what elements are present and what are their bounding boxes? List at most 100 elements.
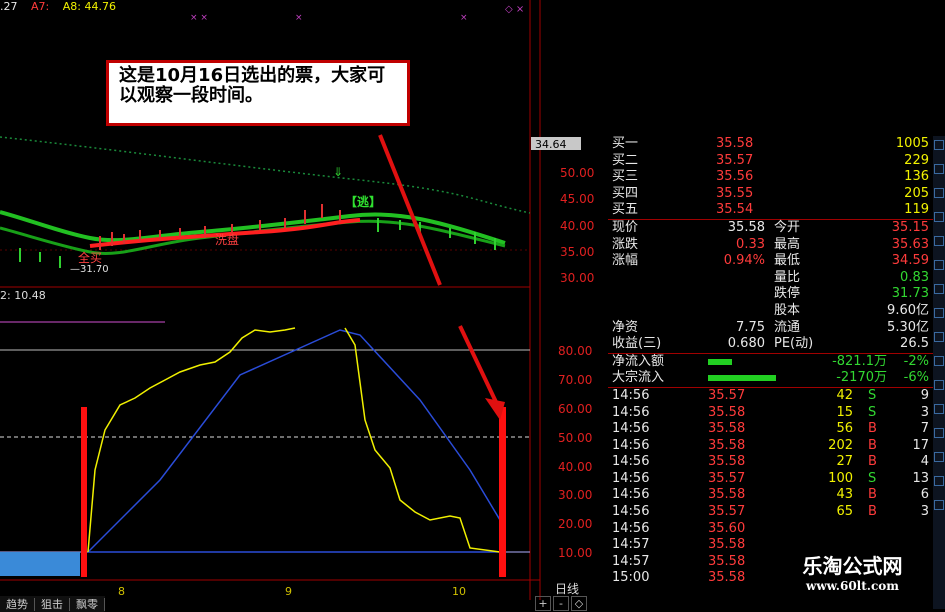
tick-count: 4	[920, 454, 929, 470]
side-toolbar[interactable]	[933, 136, 945, 609]
tick-time: 14:56	[612, 387, 650, 403]
flow-percent: -2%	[903, 353, 929, 369]
bid-row[interactable]: 买一 35.58 1005	[608, 136, 933, 153]
escape-signal: 【逃】	[345, 194, 381, 209]
stat-row[interactable]: 现价 35.58 今开 35.15	[608, 220, 933, 237]
top-markers: × × × × ◇ ×	[190, 4, 524, 23]
stat-row[interactable]: 涨跌 0.33 最高 35.63	[608, 237, 933, 254]
flow-row[interactable]: 大宗流入 -2170万 -6%	[608, 370, 933, 387]
bid-price: 35.54	[716, 202, 754, 218]
watermark-url: www.60lt.com	[806, 579, 899, 593]
stat-row[interactable]: 收益(三) 0.680 PE(动) 26.5	[608, 336, 933, 353]
arrow-shaft-lower	[458, 325, 498, 403]
tick-row[interactable]: 14:56 35.58 27 B 4	[608, 454, 933, 471]
stat-value: 0.680	[727, 336, 765, 352]
bid-volume: 229	[904, 152, 929, 168]
tick-side: B	[868, 454, 877, 470]
toolbar-button-icon	[934, 500, 944, 510]
tick-volume: 56	[836, 421, 853, 437]
stat-value: 35.63	[891, 236, 929, 252]
stat-label: 流通	[774, 319, 801, 335]
bid-row[interactable]: 买五 35.54 119	[608, 202, 933, 219]
stat-row[interactable]: 股本 9.60亿	[608, 303, 933, 320]
stat-value: 0.83	[900, 269, 929, 285]
tick-volume: 65	[836, 504, 853, 520]
quote-panel: 买一 35.58 1005 买二 35.57 229 买三 35.56 136 买四 35.55 20…	[608, 136, 933, 609]
stat-value: 31.73	[891, 286, 929, 302]
bid-label: 买一	[612, 136, 639, 151]
tick-time: 14:57	[612, 553, 650, 569]
tick-price: 35.57	[708, 470, 746, 486]
indicator-tabs: 趋势 狙击 飘零	[0, 596, 105, 612]
period-selector[interactable]: 日线	[555, 580, 579, 597]
tick-row[interactable]: 14:56 35.58 202 B 17	[608, 438, 933, 455]
tick-row[interactable]: 14:56 35.58 43 B 6	[608, 487, 933, 504]
bid-label: 买三	[612, 169, 639, 185]
tick-price: 35.58	[708, 570, 746, 586]
flow-bar	[708, 375, 776, 382]
indicator-axis: 80.00 70.00 60.00 50.00 40.00 30.00 20.0…	[558, 344, 592, 560]
bid-row[interactable]: 买二 35.57 229	[608, 153, 933, 170]
tick-side: B	[868, 421, 877, 437]
tick-side: B	[868, 437, 877, 453]
tick-price: 35.58	[708, 487, 746, 503]
blue-histogram	[0, 552, 80, 576]
flow-row[interactable]: 净流入额 -821.1万 -2%	[608, 354, 933, 371]
wash-signal: 洗盘	[215, 232, 239, 247]
stat-row[interactable]: 量比 0.83	[608, 270, 933, 287]
toolbar-button-icon	[934, 356, 944, 366]
price-axis-label: 30.00	[560, 271, 594, 285]
toolbar-button-icon	[934, 140, 944, 150]
tick-row[interactable]: 14:56 35.58 56 B 7	[608, 421, 933, 438]
low-price-label: —31.70	[70, 264, 109, 275]
bid-label: 买五	[612, 202, 639, 218]
price-axis-label: 35.00	[560, 245, 594, 259]
indicator-axis-label: 70.00	[558, 373, 592, 387]
tick-time: 14:56	[612, 487, 650, 503]
stat-row[interactable]: 净资 7.75 流通 5.30亿	[608, 320, 933, 337]
tab-trend[interactable]: 趋势	[0, 598, 35, 611]
tick-row[interactable]: 14:57 35.58	[608, 537, 933, 554]
flow-value: -821.1万	[832, 353, 887, 369]
tick-volume: 100	[828, 470, 853, 486]
stat-label: 涨幅	[612, 253, 639, 269]
toolbar-button-icon	[934, 452, 944, 462]
tick-price: 35.58	[708, 553, 746, 569]
tick-price: 35.57	[708, 504, 746, 520]
tick-price: 35.58	[708, 421, 746, 437]
stat-row[interactable]: 跌停 31.73	[608, 286, 933, 303]
tick-side: S	[868, 387, 877, 403]
tick-price: 35.60	[708, 520, 746, 536]
flow-label: 净流入额	[612, 353, 665, 369]
stat-value: 5.30亿	[887, 319, 929, 335]
flow-bar	[708, 358, 732, 365]
tick-time: 14:56	[612, 421, 650, 437]
bid-row[interactable]: 买四 35.55 205	[608, 186, 933, 203]
tick-volume: 27	[836, 454, 853, 470]
bid-row[interactable]: 买三 35.56 136	[608, 169, 933, 186]
tick-time: 14:56	[612, 404, 650, 420]
stat-row[interactable]: 涨幅 0.94% 最低 34.59	[608, 253, 933, 270]
bid-price: 35.58	[716, 136, 754, 151]
bid-volume: 205	[904, 185, 929, 201]
tick-side: B	[868, 487, 877, 503]
toolbar-button-icon	[934, 236, 944, 246]
tab-drift[interactable]: 飘零	[70, 598, 105, 611]
tick-count: 3	[920, 504, 929, 520]
toolbar-button-icon	[934, 212, 944, 222]
stat-value: 35.58	[727, 219, 765, 235]
tick-row[interactable]: 14:56 35.57 65 B 3	[608, 504, 933, 521]
tick-row[interactable]: 14:56 35.60	[608, 521, 933, 538]
toolbar-button-icon	[934, 332, 944, 342]
tick-row[interactable]: 14:56 35.58 15 S 3	[608, 405, 933, 422]
price-axis: 50.00 45.00 40.00 35.00 30.00	[560, 166, 594, 285]
tab-snipe[interactable]: 狙击	[35, 598, 70, 611]
tick-row[interactable]: 14:56 35.57 100 S 13	[608, 471, 933, 488]
tick-time: 14:57	[612, 537, 650, 553]
svg-text:◇ ×: ◇ ×	[505, 4, 524, 15]
tick-row[interactable]: 14:56 35.57 42 S 9	[608, 388, 933, 405]
tick-side: B	[868, 504, 877, 520]
price-axis-label: 40.00	[560, 219, 594, 233]
stat-label: 股本	[774, 302, 801, 318]
stat-value: 0.94%	[723, 253, 765, 269]
